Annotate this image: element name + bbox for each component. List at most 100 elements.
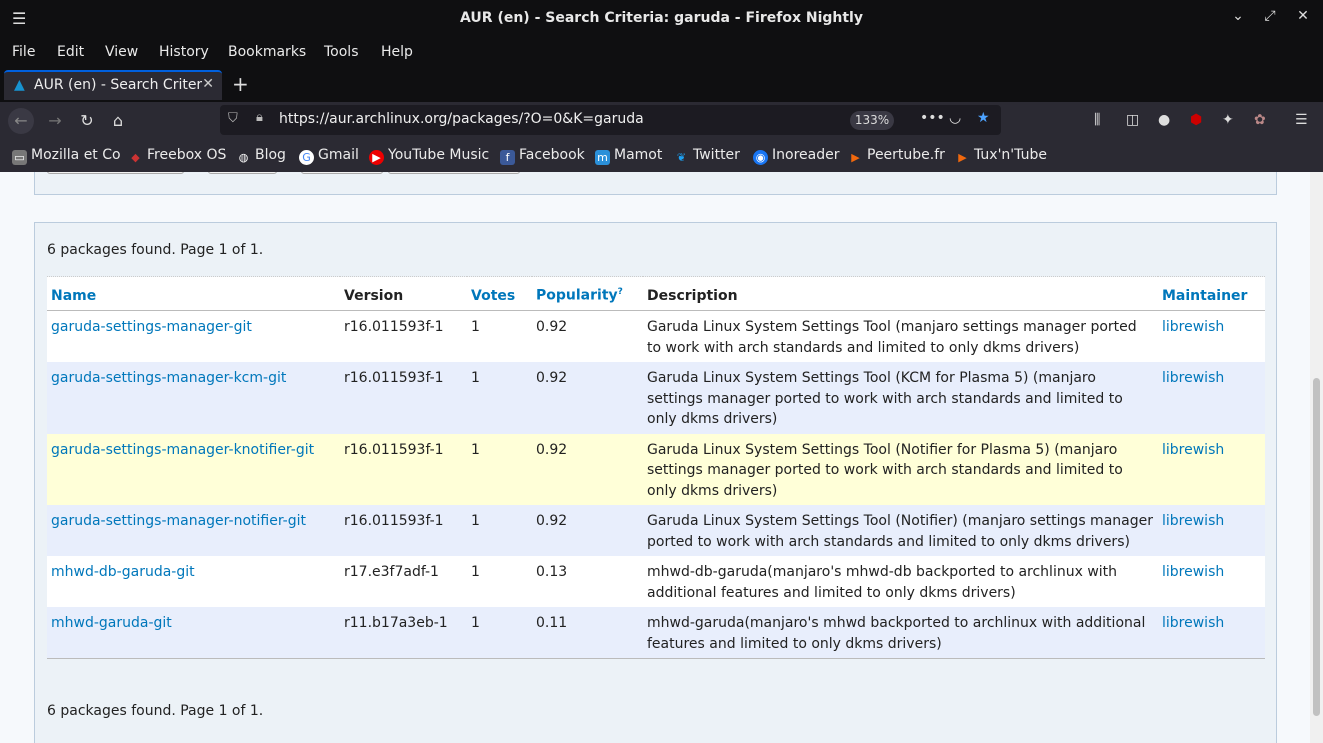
- lock-icon[interactable]: 🔒︎: [256, 110, 263, 125]
- minimize-icon[interactable]: ⌄: [1228, 8, 1248, 24]
- tracking-shield-icon[interactable]: ⛉: [228, 111, 238, 126]
- google-icon: G: [299, 150, 314, 165]
- popularity-help[interactable]: ?: [618, 287, 623, 297]
- sidebar-icon[interactable]: ◫: [1126, 112, 1139, 128]
- bookmark-youtube-music[interactable]: ▶ YouTube Music: [369, 147, 489, 165]
- col-header-version: Version: [340, 276, 467, 311]
- bookmark-twitter[interactable]: ❦ Twitter: [674, 147, 740, 165]
- per-page-select[interactable]: [208, 172, 277, 174]
- tab-label: AUR (en) - Search Criteria: garuda: [34, 77, 202, 93]
- pagination-summary-bottom: 6 packages found. Page 1 of 1.: [47, 703, 264, 719]
- package-description: mhwd-garuda(manjaro's mhwd backported to…: [643, 607, 1158, 659]
- package-popularity: 0.92: [532, 433, 643, 505]
- zoom-level[interactable]: 133%: [850, 111, 894, 130]
- package-votes: 1: [467, 433, 532, 505]
- col-header-maintainer[interactable]: Maintainer: [1158, 276, 1265, 311]
- bookmark-gmail[interactable]: G Gmail: [299, 147, 359, 165]
- bookmark-blog[interactable]: ◍ Blog: [236, 147, 286, 165]
- bookmark-mamot[interactable]: m Mamot: [595, 147, 662, 165]
- extension-icon[interactable]: ✦: [1222, 112, 1234, 128]
- tab-aur-search[interactable]: ▲ AUR (en) - Search Criteria: garuda ✕: [4, 70, 222, 100]
- bookmark-label: Twitter: [693, 147, 740, 163]
- bookmark-freebox-os[interactable]: ◆ Freebox OS: [128, 147, 226, 165]
- close-window-icon[interactable]: ✕: [1293, 8, 1313, 24]
- bookmark-facebook[interactable]: f Facebook: [500, 147, 585, 165]
- package-link[interactable]: mhwd-db-garuda-git: [51, 564, 195, 580]
- menu-view[interactable]: View: [105, 44, 138, 60]
- package-link[interactable]: garuda-settings-manager-kcm-git: [51, 370, 286, 386]
- menu-bookmarks[interactable]: Bookmarks: [228, 44, 306, 60]
- maximize-icon[interactable]: ⤢: [1260, 8, 1280, 24]
- package-link[interactable]: garuda-settings-manager-knotifier-git: [51, 442, 314, 458]
- menu-file[interactable]: File: [12, 44, 35, 60]
- url-text[interactable]: https://aur.archlinux.org/packages/?O=0&…: [279, 111, 644, 127]
- package-description: Garuda Linux System Settings Tool (Notif…: [643, 433, 1158, 505]
- pocket-icon[interactable]: ◡: [949, 110, 961, 126]
- bookmark-inoreader[interactable]: ◉ Inoreader: [753, 147, 839, 165]
- menu-tools[interactable]: Tools: [324, 44, 359, 60]
- results-box: 6 packages found. Page 1 of 1. Name Vers…: [34, 222, 1277, 743]
- freebox-icon: ◆: [131, 151, 140, 164]
- maintainer-link[interactable]: librewish: [1162, 615, 1224, 631]
- table-row: garuda-settings-manager-kcm-git r16.0115…: [47, 362, 1265, 434]
- package-link[interactable]: garuda-settings-manager-notifier-git: [51, 513, 306, 529]
- twitter-icon: ❦: [676, 151, 687, 164]
- reload-icon[interactable]: ↻: [74, 108, 100, 134]
- orphans-button[interactable]: [388, 172, 520, 174]
- col-header-popularity[interactable]: Popularity?: [532, 276, 643, 311]
- folder-icon: ▭: [12, 150, 27, 165]
- table-row: mhwd-garuda-git r11.b17a3eb-1 1 0.11 mhw…: [47, 607, 1265, 659]
- col-header-description: Description: [643, 276, 1158, 311]
- bookmark-tuxntube[interactable]: ▶ Tux'n'Tube: [955, 147, 1047, 165]
- url-bar[interactable]: ⛉ 🔒︎ https://aur.archlinux.org/packages/…: [220, 105, 1001, 135]
- maintainer-link[interactable]: librewish: [1162, 442, 1224, 458]
- maintainer-link[interactable]: librewish: [1162, 370, 1224, 386]
- close-tab-icon[interactable]: ✕: [202, 76, 214, 92]
- bookmark-label: Blog: [255, 147, 286, 163]
- ublock-icon[interactable]: ⬢: [1190, 112, 1202, 128]
- arch-logo-icon: ▲: [14, 77, 25, 93]
- maintainer-link[interactable]: librewish: [1162, 513, 1224, 529]
- library-icon[interactable]: ⫼: [1094, 112, 1100, 128]
- col-header-votes[interactable]: Votes: [467, 276, 532, 311]
- window-title: AUR (en) - Search Criteria: garuda - Fir…: [460, 10, 863, 26]
- tab-strip: ▲ AUR (en) - Search Criteria: garuda ✕ +: [0, 68, 1323, 102]
- table-row: mhwd-db-garuda-git r17.e3f7adf-1 1 0.13 …: [47, 556, 1265, 607]
- menu-bar: File Edit View History Bookmarks Tools H…: [0, 38, 1323, 68]
- maintainer-link[interactable]: librewish: [1162, 319, 1224, 335]
- package-link[interactable]: mhwd-garuda-git: [51, 615, 172, 631]
- col-header-name[interactable]: Name: [47, 276, 340, 311]
- cookie-icon[interactable]: ✿: [1254, 112, 1266, 128]
- back-icon[interactable]: ←: [8, 108, 34, 134]
- page-actions-icon[interactable]: •••: [920, 110, 945, 126]
- inoreader-icon: ◉: [753, 150, 768, 165]
- maintainer-link[interactable]: librewish: [1162, 564, 1224, 580]
- menu-edit[interactable]: Edit: [57, 44, 84, 60]
- package-version: r16.011593f-1: [340, 505, 467, 556]
- bookmark-label: YouTube Music: [388, 147, 490, 163]
- go-button[interactable]: [301, 172, 383, 174]
- package-votes: 1: [467, 362, 532, 434]
- sort-order-select[interactable]: [47, 172, 184, 174]
- package-description: Garuda Linux System Settings Tool (Notif…: [643, 505, 1158, 556]
- package-version: r17.e3f7adf-1: [340, 556, 467, 607]
- bookmark-peertube[interactable]: ▶ Peertube.fr: [848, 147, 945, 165]
- account-icon[interactable]: ●: [1158, 112, 1170, 128]
- bookmark-label: Freebox OS: [147, 147, 227, 163]
- page-scrollbar[interactable]: [1310, 172, 1323, 743]
- new-tab-icon[interactable]: +: [232, 72, 249, 96]
- home-icon[interactable]: ⌂: [105, 108, 131, 134]
- table-row: garuda-settings-manager-knotifier-git r1…: [47, 433, 1265, 505]
- bookmark-label: Mozilla et Co: [31, 147, 121, 163]
- scrollbar-thumb[interactable]: [1313, 378, 1320, 716]
- bookmark-mozilla-et-co[interactable]: ▭ Mozilla et Co: [12, 147, 121, 165]
- package-link[interactable]: garuda-settings-manager-git: [51, 319, 252, 335]
- package-description: Garuda Linux System Settings Tool (KCM f…: [643, 362, 1158, 434]
- menu-help[interactable]: Help: [381, 44, 413, 60]
- bookmark-star-icon[interactable]: ★: [977, 110, 990, 126]
- app-menu-icon[interactable]: ☰: [1295, 112, 1308, 128]
- bookmark-label: Facebook: [519, 147, 585, 163]
- forward-icon[interactable]: →: [42, 108, 68, 134]
- results-table: Name Version Votes Popularity? Descripti…: [47, 276, 1265, 659]
- menu-history[interactable]: History: [159, 44, 209, 60]
